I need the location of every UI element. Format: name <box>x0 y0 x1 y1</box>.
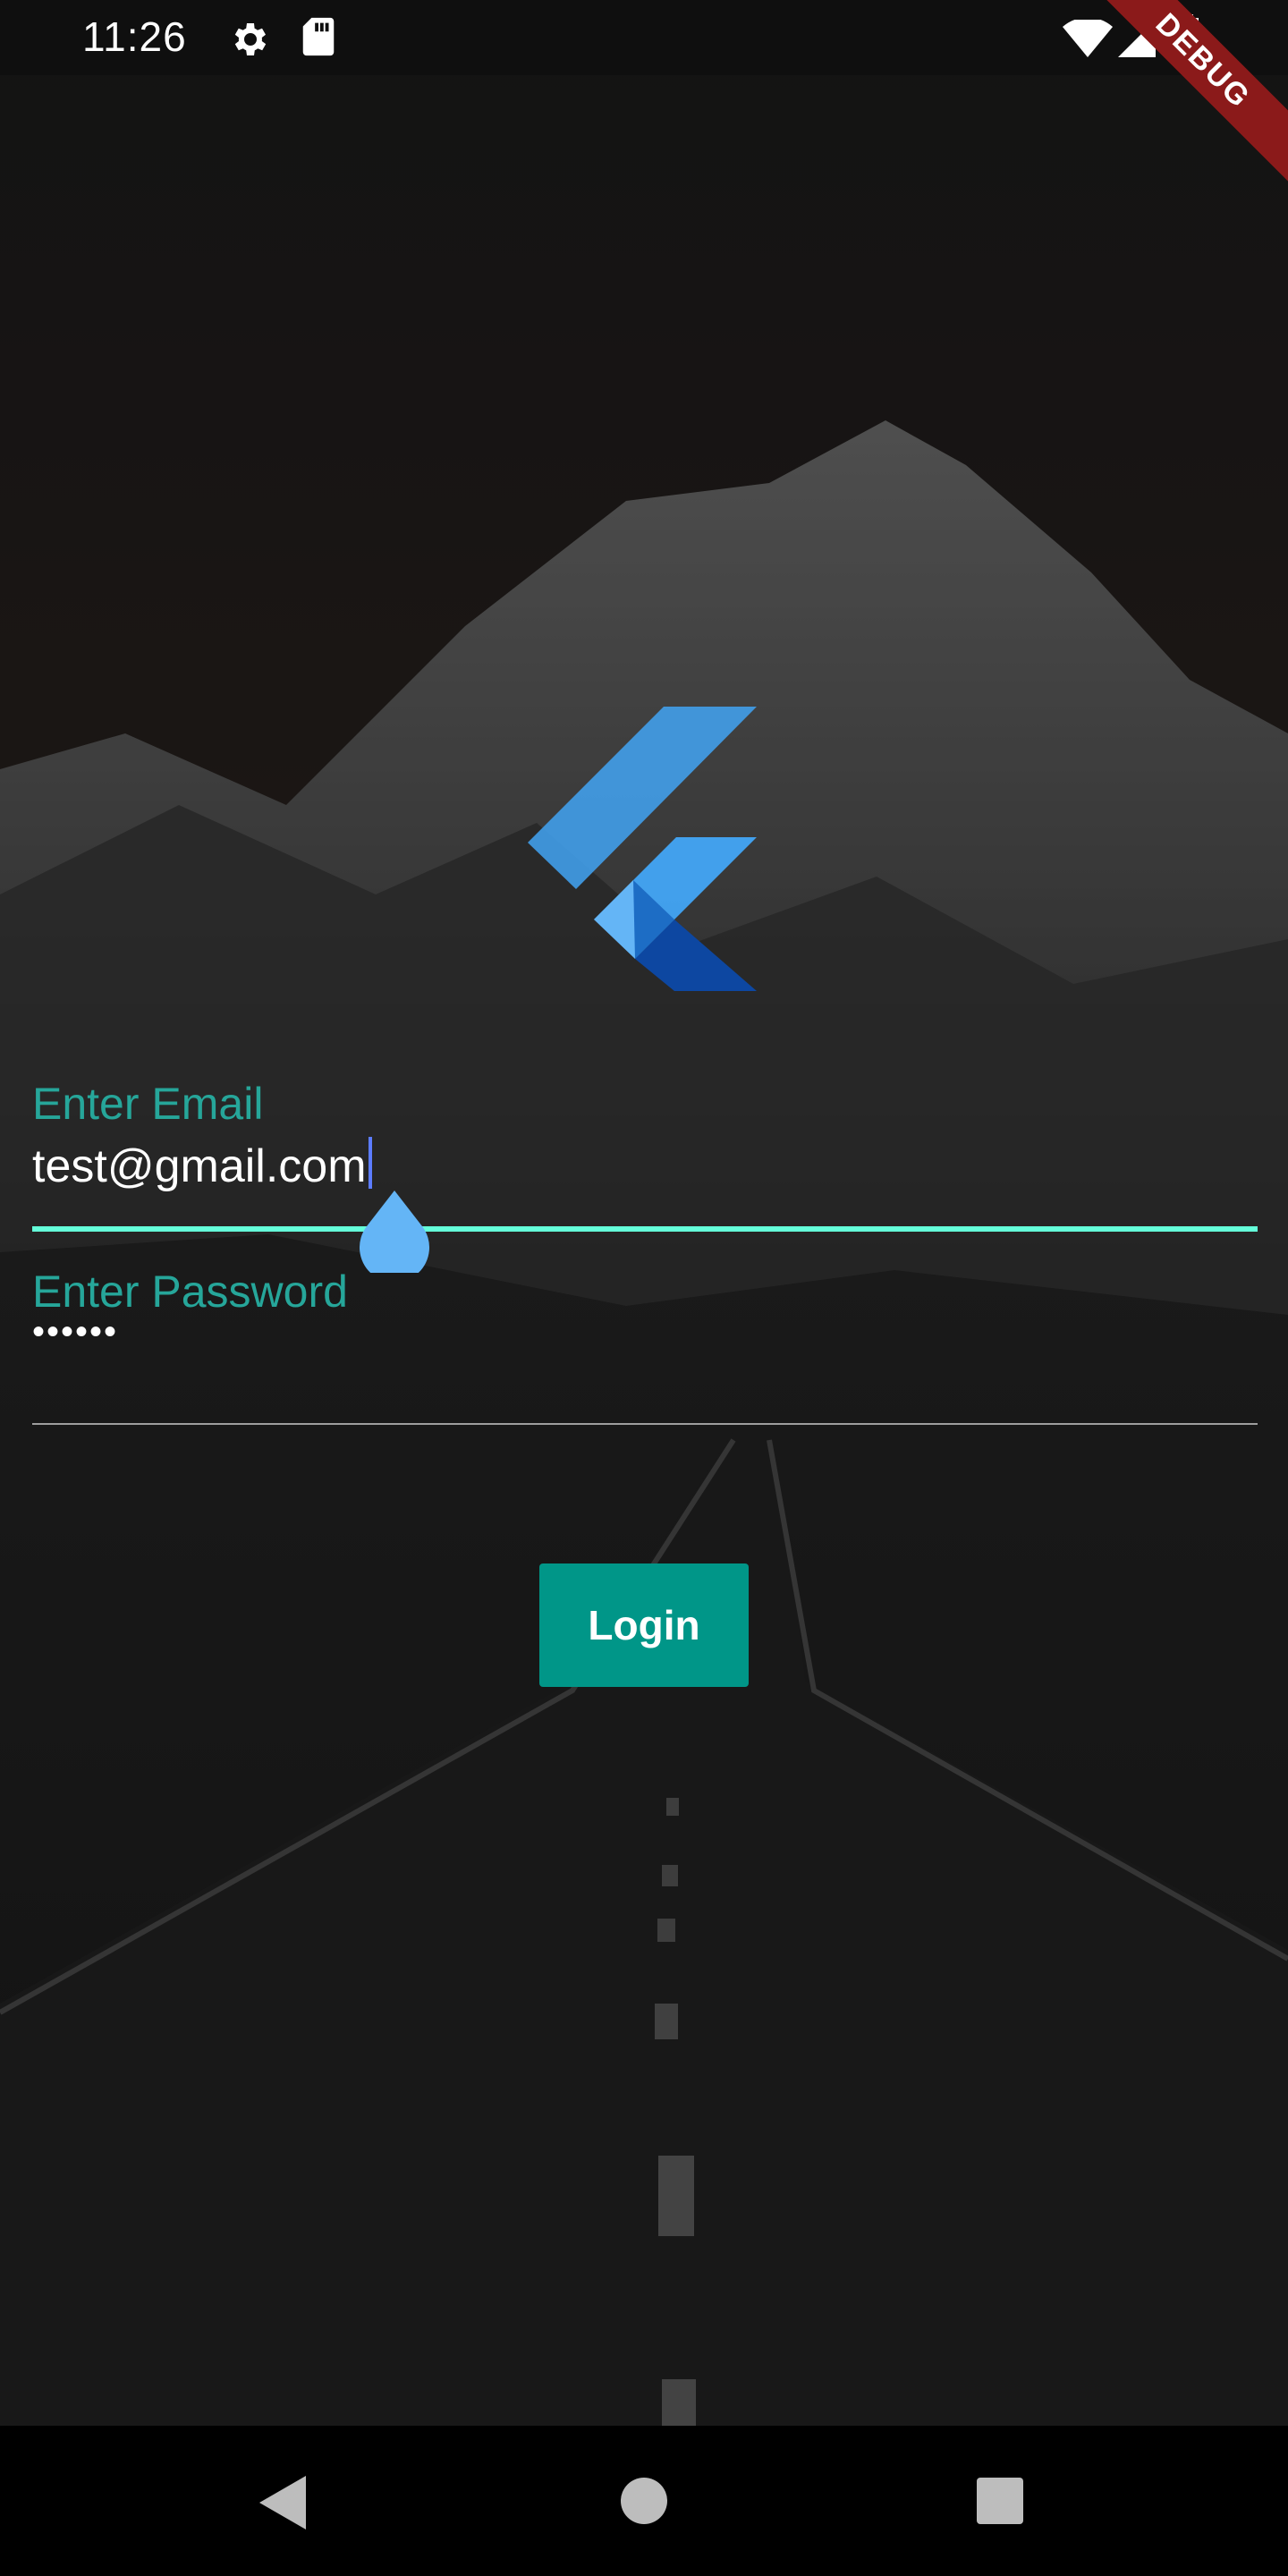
recents-icon[interactable] <box>977 2478 1023 2529</box>
wifi-icon <box>1063 17 1113 62</box>
login-button[interactable]: Login <box>539 1563 749 1687</box>
password-field[interactable]: Enter Password •••••• <box>32 1266 1258 1431</box>
status-time: 11:26 <box>82 13 187 60</box>
password-underline <box>32 1423 1258 1425</box>
email-label: Enter Email <box>32 1079 264 1129</box>
back-icon[interactable] <box>259 2476 309 2534</box>
email-field[interactable]: Enter Email test@gmail.com <box>32 1069 1258 1283</box>
text-cursor <box>368 1137 372 1189</box>
flutter-logo <box>528 707 760 993</box>
status-bar: 11:26 <box>0 0 1288 75</box>
password-input[interactable]: •••••• <box>32 1312 118 1352</box>
home-icon[interactable] <box>621 2478 667 2529</box>
email-value: test@gmail.com <box>32 1140 367 1192</box>
navigation-bar <box>0 2426 1288 2576</box>
email-input[interactable]: test@gmail.com <box>32 1137 372 1193</box>
email-underline <box>32 1226 1258 1232</box>
password-label: Enter Password <box>32 1267 348 1317</box>
text-selection-handle[interactable] <box>360 1191 429 1283</box>
settings-icon <box>227 18 270 65</box>
sd-card-icon <box>301 16 336 62</box>
